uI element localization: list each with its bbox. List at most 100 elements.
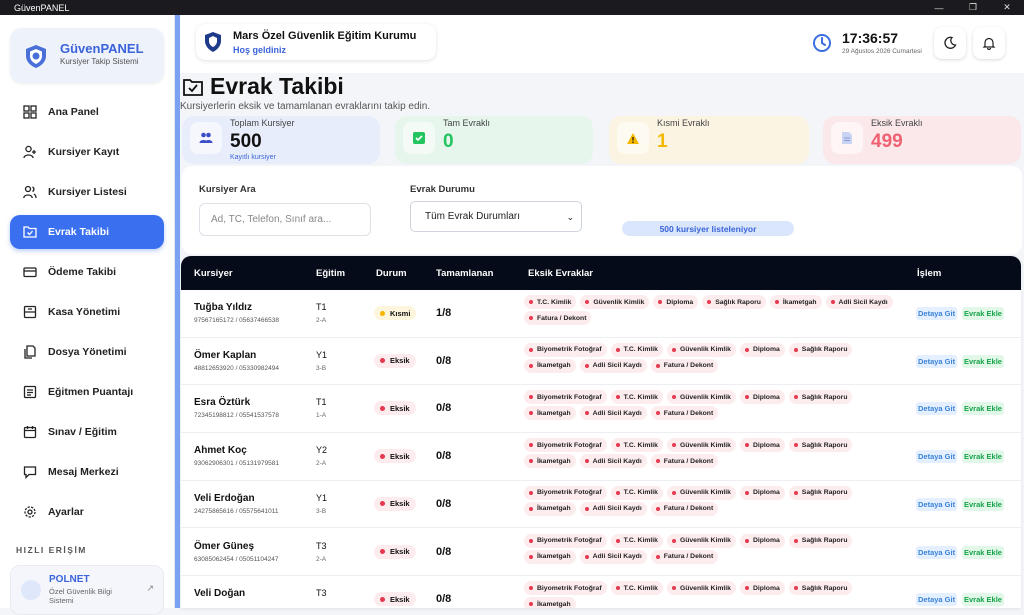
- missing-document-tag: İkametgah: [524, 454, 576, 469]
- status-text: Eksik: [390, 499, 410, 509]
- sidebar-item-mesaj-merkezi[interactable]: Mesaj Merkezi: [10, 455, 164, 489]
- page-title: Evrak Takibi: [210, 73, 344, 99]
- detail-button[interactable]: Detaya Git: [916, 545, 958, 559]
- table-row: Tuğba Yıldız 97567165172 / 05637466538 T1 2…: [181, 290, 1021, 338]
- missing-document-name: İkametgah: [537, 362, 571, 370]
- restore-icon[interactable]: ❐: [956, 0, 990, 15]
- missing-document-tag: Fatura / Dekont: [650, 549, 719, 564]
- class-name: 3-B: [316, 507, 327, 515]
- sidebar-item-ana-panel[interactable]: Ana Panel: [10, 95, 164, 129]
- missing-document-tag: Adli Sicil Kaydı: [579, 454, 647, 469]
- stat-card: Tam Evraklı 0: [395, 116, 593, 164]
- detail-button[interactable]: Detaya Git: [916, 354, 958, 368]
- sidebar-item-label: Kursiyer Listesi: [48, 186, 127, 198]
- detail-button[interactable]: Detaya Git: [916, 497, 958, 511]
- missing-document-name: Güvenlik Kimlik: [679, 584, 731, 592]
- add-document-button[interactable]: Evrak Ekle: [962, 402, 1004, 416]
- sidebar-item-kursiyer-listesi[interactable]: Kursiyer Listesi: [10, 175, 164, 209]
- class-name: 2-A: [316, 460, 327, 468]
- polnet-title: POLNET: [49, 574, 90, 585]
- search-placeholder: Ad, TC, Telefon, Sınıf ara...: [211, 214, 332, 225]
- missing-document-tag: Sağlık Raporu: [788, 438, 853, 453]
- moon-icon: [944, 36, 957, 49]
- column-header: Durum: [376, 268, 407, 279]
- add-document-button[interactable]: Evrak Ekle: [962, 545, 1004, 559]
- table-row: Veli Erdoğan 24275865616 / 05575641011 Y1 3…: [181, 480, 1021, 529]
- add-document-button[interactable]: Evrak Ekle: [962, 354, 1004, 368]
- brand-card[interactable]: GüvenPANEL Kursiyer Takip Sistemi: [10, 28, 164, 83]
- theme-toggle-button[interactable]: [934, 27, 966, 59]
- missing-document-name: Sağlık Raporu: [801, 537, 848, 544]
- missing-documents: Biyometrik Fotoğraf T.C. Kimlik Güvenlik K…: [524, 438, 904, 469]
- sidebar-item-ödeme-takibi[interactable]: Ödeme Takibi: [10, 255, 164, 289]
- education-level: Y2: [316, 445, 328, 456]
- missing-document-tag: Güvenlik Kimlik: [666, 485, 736, 500]
- sidebar-item-label: Ödeme Takibi: [48, 266, 117, 278]
- missing-document-tag: Güvenlik Kimlik: [666, 390, 736, 405]
- missing-document-name: Adli Sicil Kaydı: [592, 409, 642, 417]
- status-text: Eksik: [390, 547, 410, 556]
- stat-value: 0: [443, 131, 454, 152]
- missing-document-tag: Sağlık Raporu: [702, 295, 766, 309]
- sidebar-item-ayarlar[interactable]: Ayarlar: [10, 495, 164, 529]
- close-icon[interactable]: ✕: [990, 0, 1024, 15]
- notifications-button[interactable]: [973, 27, 1005, 59]
- education-level: T3: [316, 540, 327, 551]
- sidebar-item-evrak-takibi[interactable]: Evrak Takibi: [10, 215, 164, 249]
- class-name: 1-A: [316, 412, 327, 420]
- add-document-button[interactable]: Evrak Ekle: [962, 307, 1004, 320]
- add-document-button[interactable]: Evrak Ekle: [962, 450, 1004, 464]
- missing-document-name: Diploma: [666, 298, 694, 306]
- missing-documents: Biyometrik Fotoğraf T.C. Kimlik Güvenlik K…: [524, 581, 904, 608]
- table-row: Ahmet Koç 93062906301 / 05131979581 Y2 2-A E…: [181, 433, 1021, 481]
- missing-document-tag: T.C. Kimlik: [610, 438, 663, 453]
- status-text: Eksik: [390, 451, 410, 461]
- sidebar-item-label: Evrak Takibi: [48, 226, 110, 238]
- message-icon: [22, 464, 38, 480]
- missing-document-tag: Sağlık Raporu: [788, 342, 853, 357]
- trainee-name: Ömer Güneş: [194, 540, 255, 552]
- trainee-name: Ahmet Koç: [194, 445, 247, 457]
- stat-value: 499: [871, 131, 903, 152]
- missing-document-tag: Sağlık Raporu: [788, 533, 853, 548]
- missing-document-name: T.C. Kimlik: [623, 393, 658, 401]
- detail-button[interactable]: Detaya Git: [916, 450, 958, 464]
- result-count-badge: 500 kursiyer listeleniyor: [622, 221, 794, 236]
- missing-document-name: Diploma: [752, 393, 780, 401]
- missing-document-tag: Diploma: [739, 581, 785, 596]
- detail-button[interactable]: Detaya Git: [916, 307, 958, 320]
- missing-document-tag: Biyometrik Fotoğraf: [524, 438, 607, 453]
- sidebar-item-kursiyer-kayıt[interactable]: Kursiyer Kayıt: [10, 135, 164, 169]
- add-document-button[interactable]: Evrak Ekle: [962, 497, 1004, 511]
- sidebar-item-sınav-eğitim[interactable]: Sınav / Eğitim: [10, 415, 164, 449]
- detail-button[interactable]: Detaya Git: [916, 402, 958, 416]
- organization-card: Mars Özel Güvenlik Eğitim Kurumu Hoş gel…: [196, 24, 436, 60]
- detail-button[interactable]: Detaya Git: [916, 593, 958, 607]
- missing-document-name: Güvenlik Kimlik: [679, 537, 731, 544]
- missing-document-tag: Adli Sicil Kaydı: [579, 358, 647, 373]
- missing-document-name: Diploma: [752, 489, 780, 497]
- trainee-id-phone: 97567165172 / 05637466538: [194, 317, 279, 324]
- status-filter-label: Evrak Durumu: [410, 184, 475, 195]
- missing-document-tag: Diploma: [739, 485, 785, 500]
- missing-document-tag: Diploma: [739, 390, 785, 405]
- sidebar-item-kasa-yönetimi[interactable]: Kasa Yönetimi: [10, 295, 164, 329]
- sidebar-item-dosya-yönetimi[interactable]: Dosya Yönetimi: [10, 335, 164, 369]
- completed-count: 0/8: [436, 354, 452, 367]
- missing-document-name: T.C. Kimlik: [623, 489, 658, 497]
- missing-document-tag: T.C. Kimlik: [610, 533, 663, 548]
- missing-document-tag: İkametgah: [524, 358, 576, 373]
- sidebar-item-eğitmen-puantajı[interactable]: Eğitmen Puantajı: [10, 375, 164, 409]
- column-header: Kursiyer: [194, 268, 233, 279]
- status-filter-select[interactable]: Tüm Evrak Durumları ⌄: [410, 201, 582, 232]
- add-document-button[interactable]: Evrak Ekle: [962, 593, 1004, 607]
- missing-document-tag: Adli Sicil Kaydı: [579, 549, 647, 564]
- status-text: Eksik: [390, 356, 410, 366]
- missing-document-tag: Biyometrik Fotoğraf: [524, 581, 607, 596]
- search-input[interactable]: Ad, TC, Telefon, Sınıf ara...: [199, 203, 371, 236]
- trainee-name: Esra Öztürk: [194, 397, 251, 409]
- missing-document-tag: Fatura / Dekont: [650, 358, 719, 373]
- minimize-icon[interactable]: —: [922, 0, 956, 15]
- missing-document-name: İkametgah: [537, 457, 571, 465]
- sidebar-item-label: Kasa Yönetimi: [48, 306, 121, 318]
